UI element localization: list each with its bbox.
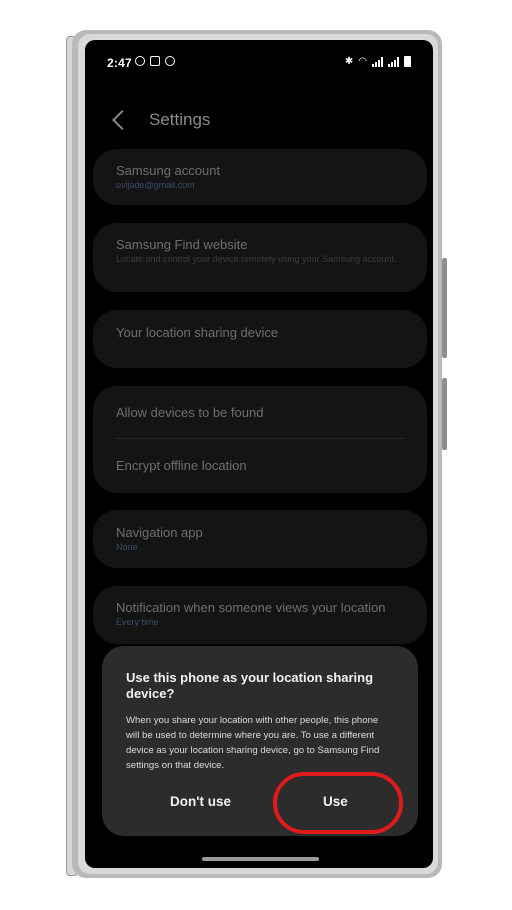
notification-title: Notification when someone views your loc…: [116, 600, 386, 615]
back-arrow-icon[interactable]: [112, 110, 132, 130]
dont-use-button[interactable]: Don't use: [170, 794, 231, 809]
card-find-options: Allow devices to be found Encrypt offlin…: [93, 386, 427, 493]
location-sharing-item[interactable]: Your location sharing device: [116, 325, 407, 341]
find-website-desc: Locate and control your device remotely …: [116, 254, 397, 264]
volume-button: [442, 258, 447, 358]
card-nav-app[interactable]: Navigation app None: [93, 510, 427, 568]
nav-app-item[interactable]: Navigation app None: [116, 525, 407, 553]
dialog-body: When you share your location with other …: [126, 715, 380, 771]
samsung-account-title: Samsung account: [116, 163, 221, 178]
find-website-item[interactable]: Samsung Find website Locate and control …: [116, 237, 407, 265]
notification-icons: [135, 56, 175, 66]
allow-found-item[interactable]: Allow devices to be found: [116, 405, 407, 421]
power-button: [442, 378, 447, 450]
card-location-sharing[interactable]: Your location sharing device: [93, 310, 427, 368]
notification-item[interactable]: Notification when someone views your loc…: [116, 600, 407, 628]
find-website-title: Samsung Find website: [116, 237, 248, 252]
encrypt-title: Encrypt offline location: [116, 458, 247, 473]
battery-icon: [404, 56, 411, 67]
status-bar: 2:47 ✱ ◠: [85, 40, 433, 86]
notification-value: Every time: [116, 617, 159, 627]
encrypt-item[interactable]: Encrypt offline location: [116, 458, 407, 474]
page-title: Settings: [149, 110, 211, 129]
allow-found-title: Allow devices to be found: [116, 405, 264, 420]
signal-2-icon: [388, 56, 399, 67]
sync-icon: [135, 56, 145, 66]
divider: [115, 438, 405, 439]
wifi-icon: ◠: [358, 56, 367, 67]
home-indicator[interactable]: [202, 857, 319, 861]
status-time: 2:47: [107, 56, 132, 70]
settings-header: Settings: [107, 106, 210, 134]
system-icons: ✱ ◠: [345, 56, 411, 67]
nav-app-title: Navigation app: [116, 525, 203, 540]
phone-screen: 2:47 ✱ ◠ Settings Samsung account ovijad…: [85, 40, 433, 868]
card-samsung-account[interactable]: Samsung account ovijade@gmail.com: [93, 149, 427, 205]
nav-app-value: None: [116, 542, 138, 552]
bluetooth-icon: ✱: [344, 56, 354, 67]
card-notification[interactable]: Notification when someone views your loc…: [93, 586, 427, 644]
location-sharing-title: Your location sharing device: [116, 325, 279, 340]
samsung-account-email: ovijade@gmail.com: [116, 180, 195, 190]
samsung-account-item[interactable]: Samsung account ovijade@gmail.com: [116, 163, 407, 191]
signal-icon: [372, 56, 383, 67]
highlight-circle: [273, 772, 403, 834]
find-icon: [165, 56, 175, 66]
card-find-website[interactable]: Samsung Find website Locate and control …: [93, 223, 427, 292]
gallery-icon: [150, 56, 160, 66]
dialog-title: Use this phone as your location sharing …: [126, 670, 374, 701]
